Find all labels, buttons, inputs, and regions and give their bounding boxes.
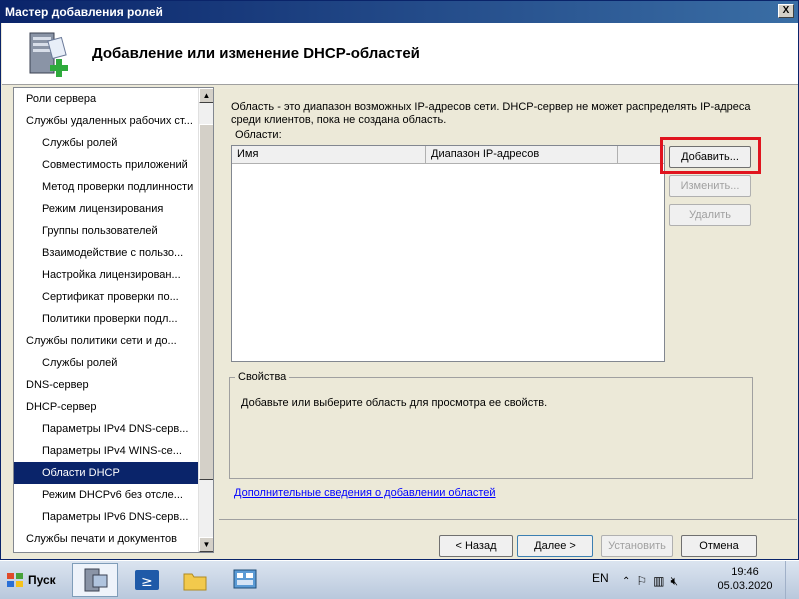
column-range[interactable]: Диапазон IP-адресов	[426, 146, 618, 164]
edit-button[interactable]: Изменить...	[669, 175, 751, 197]
language-indicator[interactable]: EN	[592, 571, 609, 585]
nav-item[interactable]: Службы ролей	[14, 352, 200, 374]
wizard-header: Добавление или изменение DHCP-областей	[2, 23, 798, 85]
taskbar: Пуск ≥ EN ⌃ ⚐ ▥ 🔇︎ 19:46 05.03.2020	[0, 560, 799, 599]
properties-text: Добавьте или выберите область для просмо…	[241, 397, 548, 409]
svg-text:≥: ≥	[141, 574, 153, 590]
volume-muted-icon[interactable]: 🔇︎	[671, 574, 679, 589]
windows-logo-icon	[7, 573, 23, 587]
nav-item[interactable]: DNS-сервер	[14, 374, 200, 396]
taskbar-explorer[interactable]	[172, 563, 218, 597]
nav-scrollbar[interactable]: ▲ ▼	[198, 88, 213, 552]
nav-item[interactable]: Взаимодействие с пользо...	[14, 242, 200, 264]
nav-item[interactable]: Роли сервера	[14, 88, 200, 110]
nav-item[interactable]: DHCP-сервер	[14, 396, 200, 418]
nav-item[interactable]: Службы ролей	[14, 132, 200, 154]
wizard-steps-nav: Роли сервера Службы удаленных рабочих ст.…	[13, 87, 214, 553]
page-title: Добавление или изменение DHCP-областей	[92, 45, 420, 62]
show-desktop-button[interactable]	[785, 561, 799, 599]
server-manager-icon	[84, 568, 108, 592]
nav-item[interactable]: Режим лицензирования	[14, 198, 200, 220]
taskbar-powershell[interactable]: ≥	[124, 563, 170, 597]
start-button[interactable]: Пуск	[2, 567, 58, 593]
cancel-button[interactable]: Отмена	[681, 535, 757, 557]
properties-legend: Свойства	[235, 371, 290, 383]
nav-item[interactable]: Параметры IPv4 DNS-серв...	[14, 418, 200, 440]
column-extra[interactable]	[618, 146, 664, 164]
areas-label: Области:	[235, 129, 282, 141]
control-panel-icon	[233, 569, 257, 589]
list-header: Имя Диапазон IP-адресов	[232, 146, 664, 164]
description-text: Область - это диапазон возможных IP-адре…	[231, 101, 751, 126]
powershell-icon: ≥	[135, 570, 159, 590]
system-tray: ⌃ ⚐ ▥ 🔇︎	[618, 567, 710, 595]
taskbar-control-panel[interactable]	[222, 563, 268, 597]
nav-item[interactable]: Сертификат проверки по...	[14, 286, 200, 308]
nav-item[interactable]: Совместимость приложений	[14, 154, 200, 176]
nav-item[interactable]: Службы печати и документов	[14, 528, 200, 550]
properties-group	[229, 377, 753, 479]
nav-item[interactable]: Параметры IPv4 WINS-се...	[14, 440, 200, 462]
nav-item[interactable]: Политики проверки подл...	[14, 308, 200, 330]
wizard-window: Мастер добавления ролей X Добавление или…	[0, 0, 799, 560]
clock-time: 19:46	[731, 566, 759, 578]
column-name[interactable]: Имя	[232, 146, 426, 164]
nav-item[interactable]: Области DHCP	[14, 462, 200, 484]
nav-item[interactable]: Метод проверки подлинности	[14, 176, 200, 198]
scopes-list[interactable]: Имя Диапазон IP-адресов	[231, 145, 665, 362]
nav-item[interactable]: Режим DHCPv6 без отсле...	[14, 484, 200, 506]
nav-item[interactable]: Службы политики сети и до...	[14, 330, 200, 352]
scroll-thumb[interactable]	[199, 124, 213, 480]
folder-icon	[183, 573, 207, 591]
scroll-down-button[interactable]: ▼	[199, 537, 213, 552]
next-button[interactable]: Далее >	[517, 535, 593, 557]
close-button[interactable]: X	[778, 4, 794, 18]
nav-list: Роли сервера Службы удаленных рабочих ст.…	[14, 88, 200, 550]
clock[interactable]: 19:46 05.03.2020	[715, 565, 775, 593]
add-button[interactable]: Добавить...	[669, 146, 751, 168]
install-button[interactable]: Установить	[601, 535, 673, 557]
footer-separator	[219, 519, 797, 520]
more-info-link[interactable]: Дополнительные сведения о добавлении обл…	[234, 487, 496, 499]
start-label: Пуск	[28, 573, 56, 587]
server-add-icon	[29, 32, 68, 77]
back-button[interactable]: < Назад	[439, 535, 513, 557]
taskbar-server-manager[interactable]	[72, 563, 118, 597]
network-icon[interactable]: ▥	[653, 574, 664, 588]
nav-item[interactable]: Службы удаленных рабочих ст...	[14, 110, 200, 132]
nav-item[interactable]: Настройка лицензирован...	[14, 264, 200, 286]
title-bar[interactable]: Мастер добавления ролей X	[1, 1, 798, 23]
nav-item[interactable]: Параметры IPv6 DNS-серв...	[14, 506, 200, 528]
delete-button[interactable]: Удалить	[669, 204, 751, 226]
window-title: Мастер добавления ролей	[5, 5, 163, 19]
clock-date: 05.03.2020	[717, 580, 773, 592]
tray-expand-icon[interactable]: ⌃	[622, 576, 630, 587]
flag-icon[interactable]: ⚐	[636, 574, 647, 588]
scroll-up-button[interactable]: ▲	[199, 88, 213, 103]
nav-item[interactable]: Группы пользователей	[14, 220, 200, 242]
